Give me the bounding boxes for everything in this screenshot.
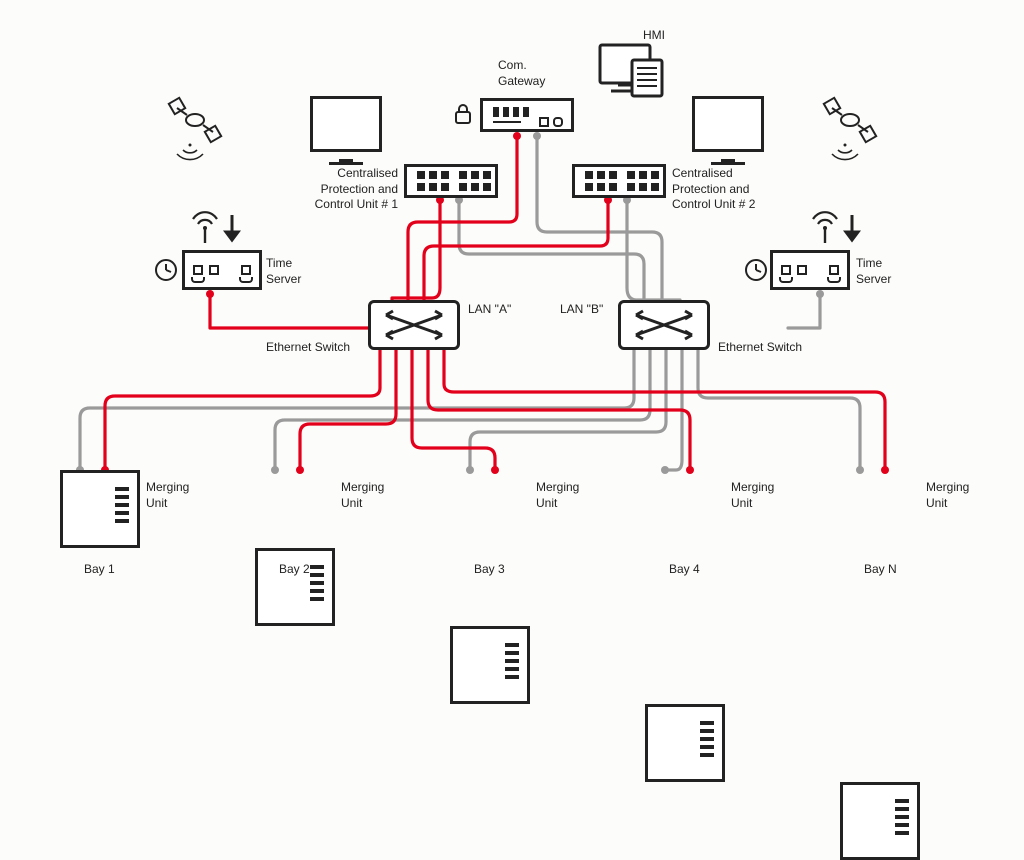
label-time-server-r: Time Server [856, 256, 891, 287]
merging-unit-bayN [840, 782, 920, 860]
ethernet-switch-b [618, 300, 710, 350]
com-gateway [480, 98, 574, 132]
cpc-unit-1 [404, 164, 498, 198]
label-mu-2: Merging Unit [341, 480, 384, 511]
label-bayN: Bay N [864, 562, 897, 578]
label-mu-4: Merging Unit [731, 480, 774, 511]
label-cpc1: Centralised Protection and Control Unit … [263, 166, 398, 213]
label-mu-1: Merging Unit [146, 480, 189, 511]
merging-unit-bay3 [450, 626, 530, 704]
satellite-icon [824, 98, 876, 160]
down-arrow-icon [226, 215, 858, 240]
merging-unit-bay2 [255, 548, 335, 626]
label-time-server-l: Time Server [266, 256, 301, 287]
label-hmi: HMI [643, 28, 665, 44]
clock-icon [746, 260, 766, 280]
label-lan-b: LAN "B" [560, 302, 603, 318]
label-bay2: Bay 2 [279, 562, 310, 578]
time-server-left [182, 250, 262, 290]
merging-unit-bay1 [60, 470, 140, 548]
merging-unit-bay4 [645, 704, 725, 782]
satellite-icon [169, 98, 221, 160]
ethernet-switch-a [368, 300, 460, 350]
label-eth-switch-r: Ethernet Switch [718, 340, 802, 356]
label-bay3: Bay 3 [474, 562, 505, 578]
lock-icon [456, 105, 470, 123]
label-cpc2: Centralised Protection and Control Unit … [672, 166, 755, 213]
label-mu-n: Merging Unit [926, 480, 969, 511]
hmi-icon [600, 45, 662, 96]
label-lan-a: LAN "A" [468, 302, 511, 318]
antenna-icon [813, 212, 837, 243]
cpc2-monitor-icon [692, 96, 764, 165]
clock-icon [156, 260, 176, 280]
antenna-icon [193, 212, 217, 243]
time-server-right [770, 250, 850, 290]
cpc-unit-2 [572, 164, 666, 198]
label-bay4: Bay 4 [669, 562, 700, 578]
label-com-gateway: Com. Gateway [498, 58, 545, 89]
label-eth-switch-l: Ethernet Switch [266, 340, 350, 356]
label-bay1: Bay 1 [84, 562, 115, 578]
label-mu-3: Merging Unit [536, 480, 579, 511]
cpc1-monitor-icon [310, 96, 382, 165]
